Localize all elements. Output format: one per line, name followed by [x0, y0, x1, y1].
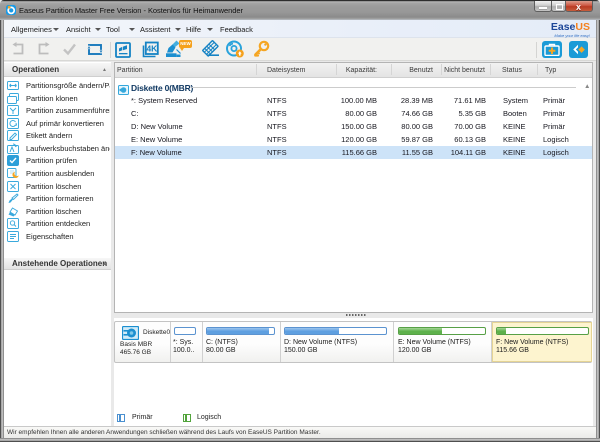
svg-text:4K: 4K	[146, 44, 158, 54]
